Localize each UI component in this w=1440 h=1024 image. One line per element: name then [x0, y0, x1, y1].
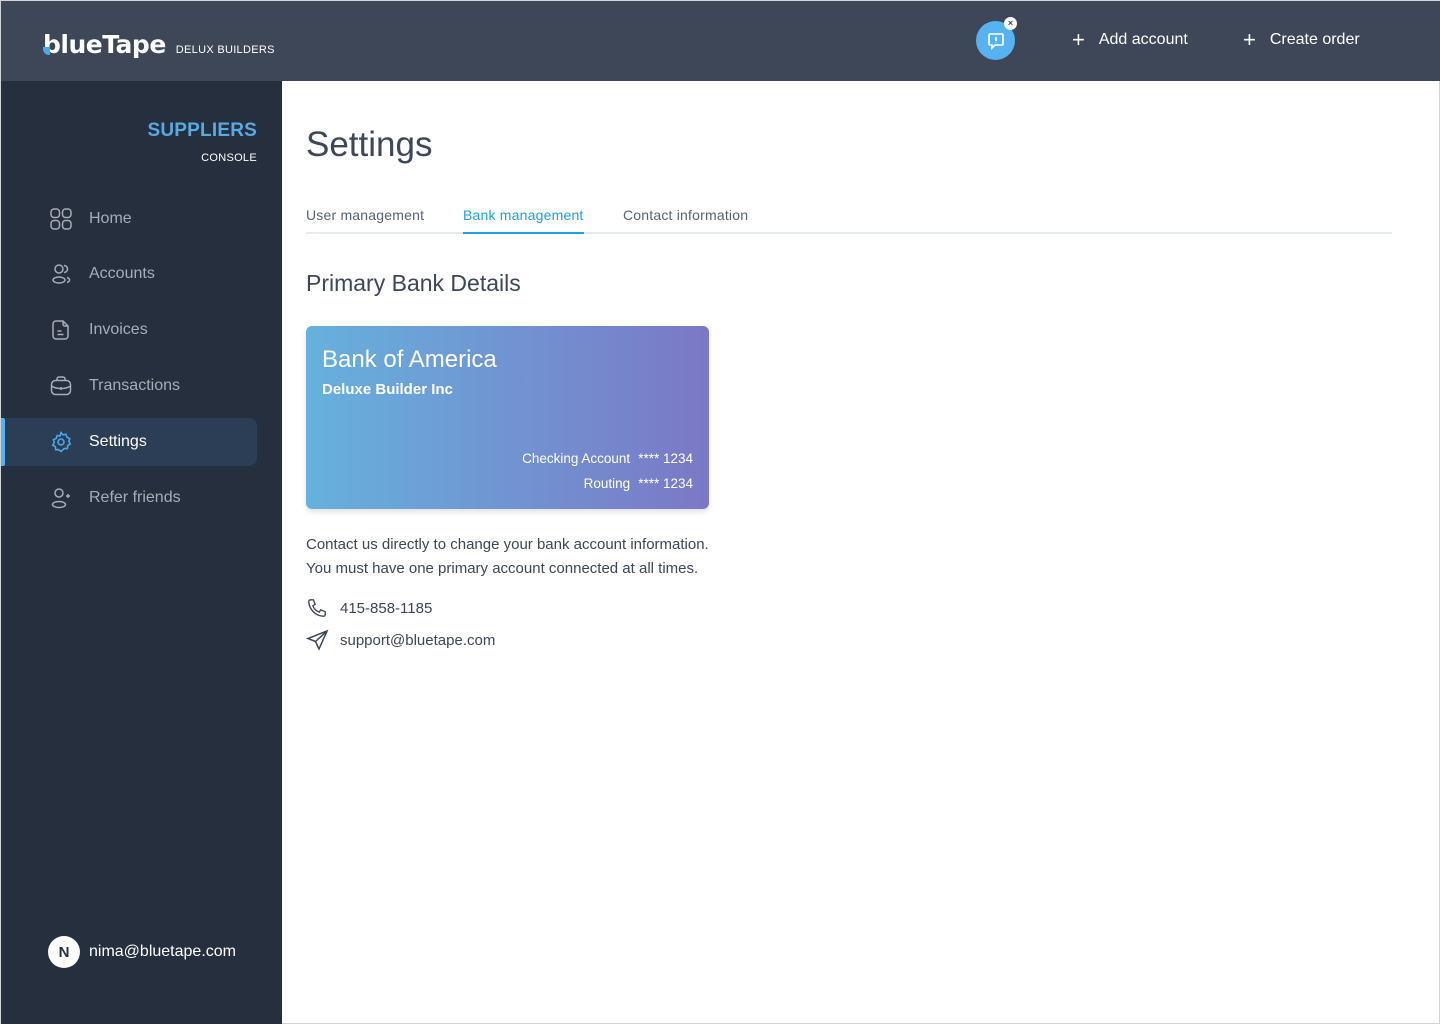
checking-account-value: **** 1234 — [638, 451, 693, 466]
sidebar-item-label: Invoices — [89, 321, 148, 338]
close-icon[interactable]: × — [1004, 17, 1017, 30]
sidebar: SUPPLIERS CONSOLE Home Accounts Invoices… — [1, 81, 282, 1024]
email-address: support@bluetape.com — [340, 631, 496, 649]
support-email[interactable]: support@bluetape.com — [306, 628, 495, 652]
bank-card: Bank of America Deluxe Builder Inc Check… — [306, 326, 709, 509]
bank-name: Bank of America — [322, 346, 497, 373]
company-name: DELUX BUILDERS — [175, 44, 275, 56]
user-email: nima@bluetape.com — [89, 943, 236, 960]
routing-row: Routing **** 1234 — [584, 476, 693, 491]
chat-alert-icon — [987, 32, 1004, 50]
add-account-button[interactable]: + Add account — [1072, 27, 1188, 52]
create-order-label: Create order — [1269, 31, 1360, 48]
settings-tabs: User management Bank management Contact … — [306, 207, 1392, 234]
sidebar-item-label: Accounts — [89, 265, 155, 282]
phone-number: 415-858-1185 — [340, 599, 433, 617]
top-bar: blueTape DELUX BUILDERS × + Add account … — [1, 1, 1440, 81]
console-title: SUPPLIERS CONSOLE — [148, 120, 258, 164]
tab-contact-information[interactable]: Contact information — [623, 207, 748, 234]
sidebar-item-refer-friends[interactable]: Refer friends — [1, 474, 257, 522]
user-plus-icon — [49, 486, 73, 510]
routing-label: Routing — [583, 476, 631, 491]
sidebar-item-label: Home — [89, 210, 132, 227]
page-title: Settings — [306, 125, 433, 164]
checking-account-row: Checking Account **** 1234 — [522, 451, 693, 466]
info-line: You must have one primary account connec… — [306, 560, 699, 577]
section-title: Primary Bank Details — [306, 270, 521, 296]
user-profile[interactable]: N nima@bluetape.com — [48, 936, 236, 968]
sidebar-item-label: Settings — [89, 433, 147, 450]
grid-icon — [49, 207, 73, 231]
avatar: N — [48, 936, 80, 968]
main-content: Settings User management Bank management… — [282, 81, 1440, 1024]
briefcase-icon — [49, 374, 73, 398]
bluetape-logo: blueTape — [43, 30, 166, 59]
sidebar-item-transactions[interactable]: Transactions — [1, 362, 257, 410]
sidebar-item-accounts[interactable]: Accounts — [1, 250, 257, 298]
support-phone[interactable]: 415-858-1185 — [306, 596, 432, 620]
console-title-sub: CONSOLE — [201, 152, 257, 164]
console-title-main: SUPPLIERS — [147, 120, 257, 141]
checking-account-label: Checking Account — [522, 451, 631, 466]
sidebar-item-label: Transactions — [89, 377, 180, 394]
gear-icon — [49, 430, 73, 454]
users-icon — [49, 262, 73, 286]
sidebar-item-label: Refer friends — [89, 489, 181, 506]
sidebar-item-home[interactable]: Home — [1, 195, 257, 243]
plus-icon: + — [1243, 27, 1256, 52]
sidebar-item-settings[interactable]: Settings — [1, 418, 257, 466]
bank-info-text: Contact us directly to change your bank … — [306, 533, 709, 581]
add-account-label: Add account — [1098, 31, 1188, 48]
plus-icon: + — [1072, 27, 1085, 52]
account-holder: Deluxe Builder Inc — [322, 381, 453, 398]
logo[interactable]: blueTape DELUX BUILDERS — [43, 30, 275, 59]
create-order-button[interactable]: + Create order — [1243, 27, 1360, 52]
info-line: Contact us directly to change your bank … — [306, 536, 709, 553]
routing-value: **** 1234 — [638, 476, 693, 491]
tab-user-management[interactable]: User management — [306, 207, 424, 234]
sidebar-item-invoices[interactable]: Invoices — [1, 306, 257, 354]
phone-icon — [306, 596, 330, 620]
send-icon — [306, 628, 330, 652]
tab-bank-management[interactable]: Bank management — [463, 207, 584, 234]
document-icon — [49, 318, 73, 342]
